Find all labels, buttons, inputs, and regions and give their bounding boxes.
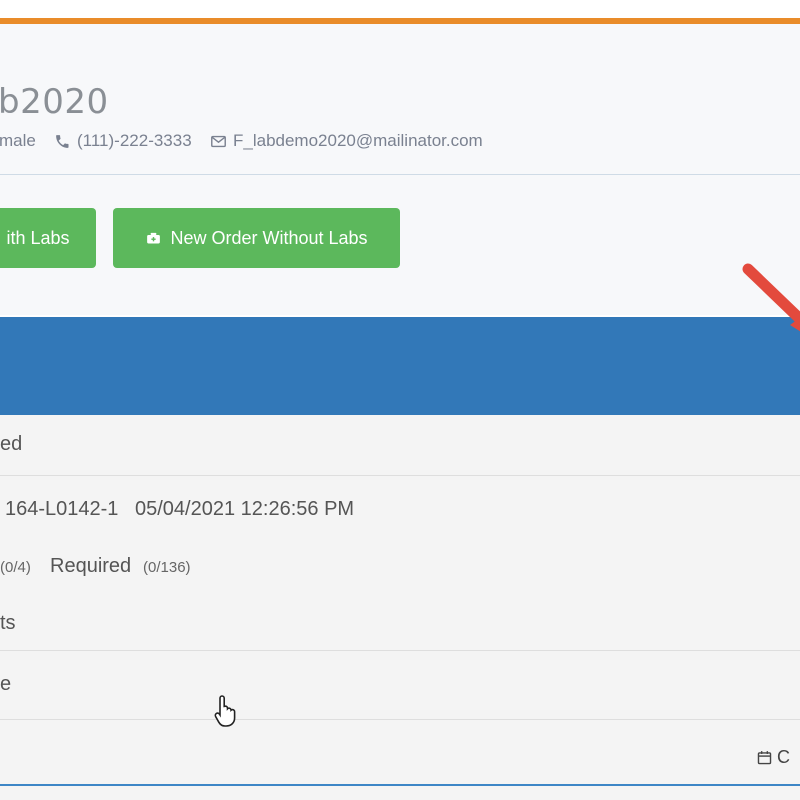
section-header-band xyxy=(0,317,800,415)
order-datetime: 05/04/2021 12:26:56 PM xyxy=(135,498,355,520)
row2-extra-text: ts xyxy=(0,612,16,634)
patient-phone: (111)-222-3333 xyxy=(54,131,192,151)
list-row-order[interactable]: 164-L0142-1 05/04/2021 12:26:56 PM (0/4)… xyxy=(0,476,800,651)
patient-name: b2020 xyxy=(0,82,109,122)
without-labs-label: New Order Without Labs xyxy=(170,227,368,248)
bottom-accent-line xyxy=(0,784,800,786)
medkit-icon xyxy=(147,232,161,243)
row3-text: e xyxy=(0,673,12,695)
patient-gender: male xyxy=(0,131,36,151)
phone-text: (111)-222-3333 xyxy=(77,131,192,150)
new-order-without-labs-button[interactable]: New Order Without Labs xyxy=(113,208,400,268)
patient-header: b2020 male (111)-222-3333 F_labdemo2020@… xyxy=(0,24,800,175)
calendar-icon xyxy=(757,751,772,765)
optional-count: (0/4) xyxy=(0,559,31,576)
with-labs-label: ith Labs xyxy=(6,227,70,248)
required-count: (0/136) xyxy=(143,559,191,576)
hand-pointer-icon xyxy=(214,695,236,727)
patient-email: F_labdemo2020@mailinator.com xyxy=(210,131,483,151)
order-actions: ith Labs New Order Without Labs xyxy=(0,175,800,315)
required-label: Required xyxy=(50,555,132,577)
new-order-with-labs-button[interactable]: ith Labs xyxy=(0,208,96,268)
email-text: F_labdemo2020@mailinator.com xyxy=(233,131,483,150)
top-bar xyxy=(0,0,800,18)
phone-icon xyxy=(56,134,69,148)
gender-text: male xyxy=(0,131,36,150)
list-row-four: C xyxy=(0,720,800,785)
order-list: ed 164-L0142-1 05/04/2021 12:26:56 PM (0… xyxy=(0,415,800,800)
calendar-text: C xyxy=(777,747,790,767)
status-text: ed xyxy=(0,433,23,455)
list-row-status: ed xyxy=(0,415,800,476)
calendar-group: C xyxy=(756,747,790,768)
order-id: 164-L0142-1 xyxy=(5,498,119,520)
envelope-icon xyxy=(211,135,226,147)
arrow-icon xyxy=(742,263,800,332)
list-row-three[interactable]: e xyxy=(0,651,800,720)
